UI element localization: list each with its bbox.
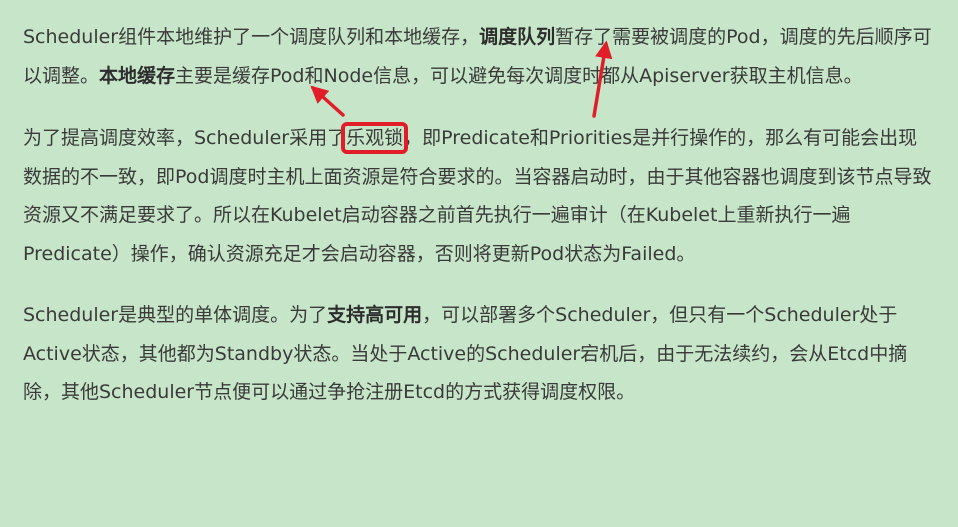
- bold-term-high-availability: 支持高可用: [327, 304, 423, 326]
- paragraph-high-availability: Scheduler是典型的单体调度。为了支持高可用，可以部署多个Schedule…: [23, 296, 935, 412]
- text-segment: Scheduler是典型的单体调度。为了: [23, 304, 328, 326]
- highlighted-term-optimistic-lock: 乐观锁: [341, 122, 409, 154]
- text-segment: 主要是缓存Pod和Node信息，可以避免每次调度时都从Apiserver获取主机…: [175, 64, 863, 87]
- paragraph-optimistic-lock: 为了提高调度效率，Scheduler采用了乐观锁，即Predicate和Prio…: [23, 119, 935, 273]
- bold-term-local-cache: 本地缓存: [99, 64, 176, 87]
- bold-term-scheduling-queue: 调度队列: [479, 26, 556, 48]
- paragraph-scheduler-cache: Scheduler组件本地维护了一个调度队列和本地缓存，调度队列暂存了需要被调度…: [23, 18, 935, 95]
- article-body: Scheduler组件本地维护了一个调度队列和本地缓存，调度队列暂存了需要被调度…: [23, 18, 935, 436]
- text-segment: 为了提高调度效率，Scheduler采用了: [23, 127, 347, 149]
- text-segment: Scheduler组件本地维护了一个调度队列和本地缓存，: [23, 26, 480, 48]
